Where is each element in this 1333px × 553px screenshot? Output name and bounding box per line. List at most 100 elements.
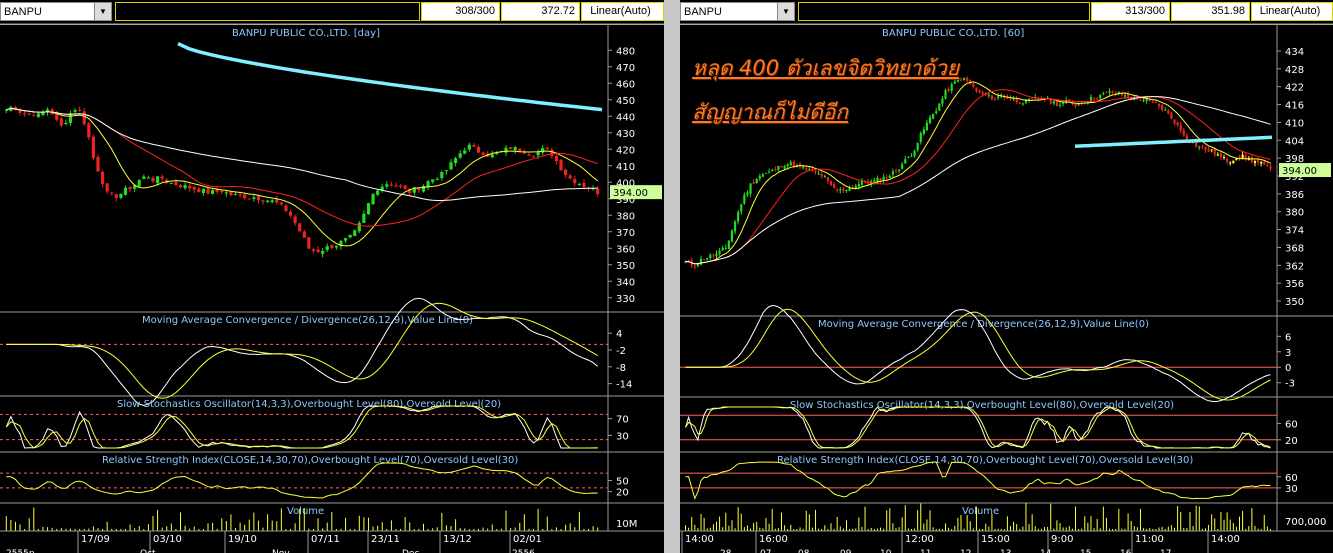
candle — [247, 198, 251, 200]
candle — [755, 179, 758, 184]
candle — [564, 169, 568, 175]
candle — [1157, 103, 1161, 107]
candle — [978, 90, 981, 93]
date-subtick-label: 13 — [1000, 549, 1011, 553]
candle — [1099, 94, 1102, 99]
candle — [1182, 130, 1185, 136]
candle — [1102, 92, 1105, 94]
candle — [233, 194, 238, 196]
candle — [78, 109, 82, 111]
candle — [298, 223, 302, 232]
ma-slow-line — [6, 107, 598, 201]
candle — [343, 238, 348, 241]
candle — [160, 176, 164, 179]
candle — [1052, 101, 1055, 104]
ma-fast-line — [6, 107, 599, 247]
date-subtick-label: 2556 — [512, 549, 535, 553]
candle — [582, 182, 586, 187]
candle — [536, 151, 540, 156]
price-chart-title: BANPU PUBLIC CO.,LTD. [60] — [882, 28, 1024, 39]
rsi-tick-label: 20 — [616, 488, 629, 499]
candle — [761, 174, 764, 177]
candle — [1089, 96, 1093, 101]
candle — [458, 153, 462, 158]
price-tick-label: 480 — [616, 46, 635, 57]
candle — [545, 147, 549, 150]
candle — [749, 183, 752, 194]
date-tick-label: 02/01 — [513, 534, 542, 545]
candle — [440, 172, 444, 179]
date-subtick-label: 12 — [960, 549, 971, 553]
candle — [987, 94, 990, 96]
candle — [128, 186, 132, 190]
candle — [238, 194, 242, 196]
candle — [771, 169, 774, 172]
candle — [279, 202, 283, 205]
price-tick-label: 440 — [616, 112, 635, 123]
date-subtick-label: Nov — [272, 549, 290, 553]
candle — [1260, 161, 1263, 164]
price-tick-label: 434 — [1285, 47, 1304, 58]
candle — [922, 129, 925, 134]
price-tick-label: 380 — [1285, 208, 1304, 219]
candle — [1062, 102, 1065, 104]
date-tick-label: 16:00 — [759, 534, 788, 545]
candle — [206, 188, 210, 194]
candle — [1114, 92, 1117, 94]
candle — [990, 95, 994, 100]
candle — [1226, 158, 1229, 162]
date-subtick-label: 08 — [798, 549, 810, 553]
price-tick-label: 386 — [1285, 190, 1304, 201]
candle — [531, 155, 536, 157]
candle — [178, 185, 183, 188]
candle — [774, 169, 777, 171]
candle — [476, 146, 481, 153]
candle — [1021, 103, 1024, 105]
candle — [1201, 145, 1204, 147]
candle — [1012, 98, 1015, 100]
macd-tick-label: -14 — [616, 380, 632, 391]
candle — [699, 258, 703, 265]
candle — [1185, 135, 1188, 140]
candle — [73, 110, 77, 112]
rsi-tick-label: 60 — [1285, 473, 1298, 484]
candle — [718, 250, 721, 254]
macd-title: Moving Average Convergence / Divergence(… — [818, 319, 1149, 330]
candle — [59, 118, 63, 126]
candle — [752, 182, 755, 184]
candle — [1241, 154, 1244, 159]
candle — [435, 179, 439, 181]
candle — [559, 159, 563, 171]
candle — [919, 132, 922, 143]
date-tick-label: 03/10 — [153, 534, 182, 545]
candle — [105, 183, 109, 192]
candle — [1123, 95, 1127, 97]
candle — [935, 111, 938, 114]
candle — [596, 189, 600, 195]
stoch-title: Slow Stochastics Oscillator(14,3,3),Over… — [117, 399, 501, 410]
date-tick-label: 19/10 — [228, 534, 257, 545]
volume-title: Volume — [287, 506, 324, 517]
candle — [740, 204, 743, 212]
date-subtick-label: 17 — [1160, 549, 1171, 553]
candle — [950, 84, 953, 91]
rsi-line — [685, 461, 1271, 500]
date-tick-label: 13/12 — [443, 534, 472, 545]
candle — [403, 185, 407, 189]
candle — [243, 194, 247, 199]
candle — [783, 166, 786, 169]
panel-divider[interactable] — [664, 0, 680, 553]
candle — [764, 172, 768, 174]
candle — [823, 175, 826, 177]
candle — [1092, 98, 1096, 100]
candle — [1164, 109, 1167, 111]
candle — [721, 247, 724, 251]
candle — [947, 88, 950, 92]
price-tick-label: 380 — [616, 211, 635, 222]
candle — [1229, 162, 1232, 164]
candle — [845, 189, 848, 192]
rsi-line — [6, 462, 598, 499]
candle — [1173, 119, 1176, 124]
date-subtick-label: 09 — [840, 549, 852, 553]
candle — [137, 180, 141, 187]
